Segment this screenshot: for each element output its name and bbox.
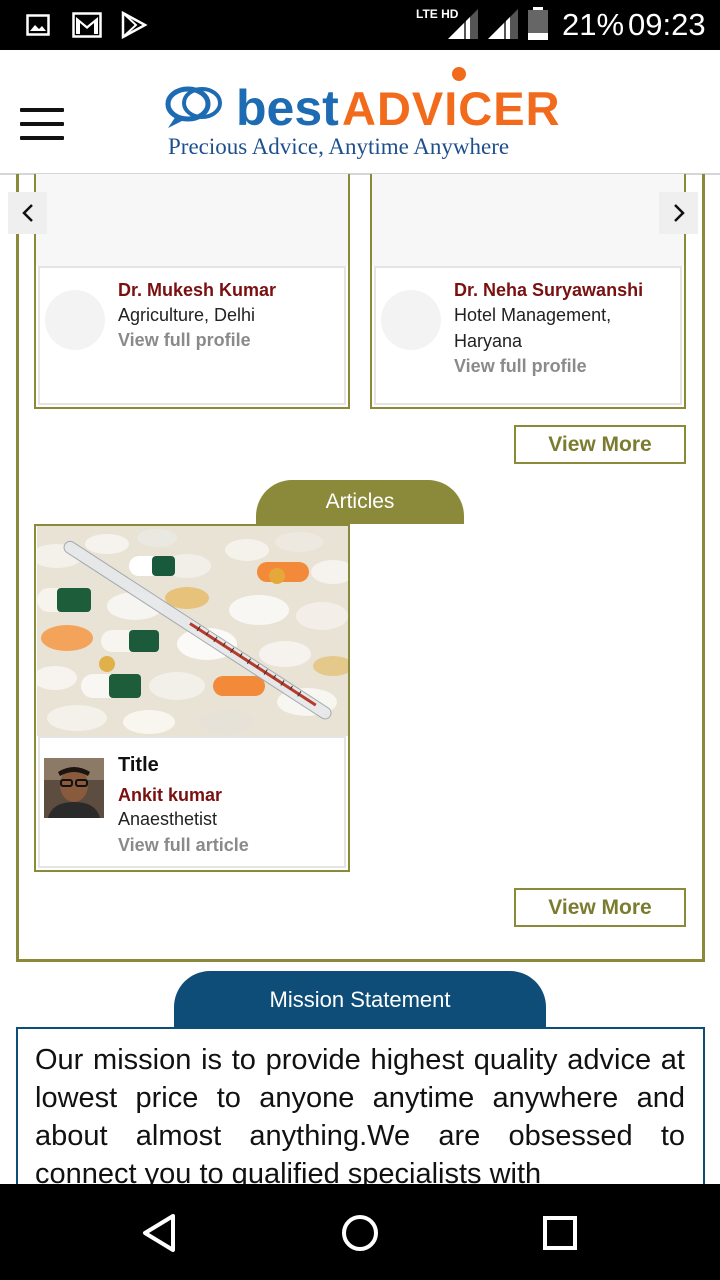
- advisor-name[interactable]: Dr. Neha Suryawanshi: [454, 280, 643, 301]
- carousel-prev-button[interactable]: [8, 192, 47, 234]
- mission-text: Our mission is to provide highest qualit…: [35, 1044, 685, 1190]
- play-store-icon: [121, 11, 148, 39]
- view-article-link[interactable]: View full article: [118, 835, 249, 856]
- logo-dot-icon: [452, 67, 466, 81]
- status-bar: LTE HD 21% 09:23: [0, 0, 720, 50]
- gmail-icon: [72, 12, 102, 38]
- view-profile-link[interactable]: View full profile: [454, 356, 587, 377]
- app-header: best ADVICER Precious Advice, Anytime An…: [0, 50, 720, 175]
- article-author-role: Anaesthetist: [118, 809, 218, 829]
- clock: 09:23: [628, 7, 706, 42]
- advisor-avatar: [381, 290, 441, 350]
- article-author[interactable]: Ankit kumar: [118, 785, 222, 806]
- menu-icon[interactable]: [20, 108, 64, 140]
- advisor-name[interactable]: Dr. Mukesh Kumar: [118, 280, 276, 301]
- article-image[interactable]: [37, 526, 348, 736]
- system-nav-bar: [0, 1184, 720, 1280]
- speech-bubbles-icon: [165, 86, 222, 128]
- recents-icon[interactable]: [537, 1210, 583, 1256]
- logo-word-advicer: ADVICER: [342, 82, 561, 135]
- view-profile-link[interactable]: View full profile: [118, 330, 251, 351]
- brand-logo[interactable]: best ADVICER Precious Advice, Anytime An…: [164, 67, 564, 170]
- carousel-next-button[interactable]: [659, 192, 698, 234]
- chevron-right-icon: [673, 204, 685, 222]
- logo-word-best: best: [236, 80, 339, 136]
- chevron-left-icon: [21, 204, 33, 222]
- gallery-icon: [26, 14, 50, 36]
- articles-view-more-button[interactable]: View More: [514, 888, 686, 927]
- home-icon[interactable]: [337, 1210, 383, 1256]
- advisor-avatar: [45, 290, 105, 350]
- advisor-specialty: Agriculture, Delhi: [118, 305, 256, 325]
- signal-icon-1: [448, 9, 478, 39]
- article-title[interactable]: Title: [118, 754, 159, 777]
- signal-icon-2: [488, 9, 518, 39]
- advisors-view-more-button[interactable]: View More: [514, 425, 686, 464]
- advisor-card[interactable]: Dr. Mukesh Kumar Agriculture, Delhi View…: [34, 174, 350, 409]
- battery-percent: 21%: [562, 7, 625, 42]
- logo-tagline: Precious Advice, Anytime Anywhere: [168, 134, 510, 159]
- author-avatar[interactable]: [44, 758, 104, 818]
- mission-section-tab: Mission Statement: [174, 971, 546, 1029]
- advisor-specialty: Hotel Management, Haryana: [454, 305, 612, 351]
- back-icon[interactable]: [137, 1210, 183, 1256]
- battery-icon: [528, 7, 548, 40]
- articles-section-tab: Articles: [256, 480, 464, 524]
- advisor-card[interactable]: Dr. Neha Suryawanshi Hotel Management, H…: [370, 174, 686, 409]
